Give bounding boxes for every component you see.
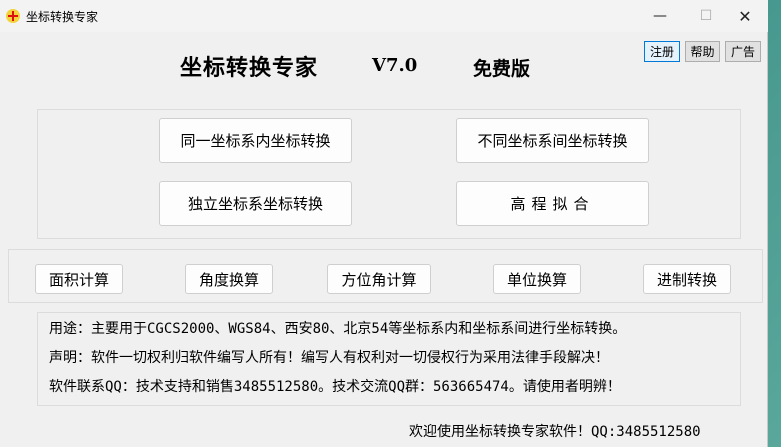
register-button[interactable]: 注册 [644,41,680,62]
statement-text: 声明：软件一切权利归软件编写人所有！编写人有权利对一切侵权行为采用法律手段解决！ [49,350,609,366]
app-icon [6,9,20,23]
elevation-fit-button[interactable]: 高程拟合 [456,181,649,226]
unit-conversion-button[interactable]: 单位换算 [493,264,581,294]
title-bar: 坐标转换专家 — ☐ ✕ [0,0,768,32]
contact-text: 软件联系QQ：技术支持和销售3485512580。技术交流QQ群：5636654… [49,379,621,395]
close-button[interactable]: ✕ [722,0,768,32]
version-label: V7.0 [372,55,418,76]
purpose-text: 用途：主要用于CGCS2000、WGS84、西安80、北京54等坐标系内和坐标系… [49,321,627,337]
base-conversion-button[interactable]: 进制转换 [643,264,731,294]
main-window: 坐标转换专家 — ☐ ✕ 注册 帮助 广告 坐标转换专家 V7.0 免费版 同一… [0,0,768,447]
minimize-button[interactable]: — [637,0,683,32]
angle-conversion-button[interactable]: 角度换算 [185,264,273,294]
app-heading: 坐标转换专家 [180,55,319,81]
azimuth-calc-button[interactable]: 方位角计算 [327,264,431,294]
same-system-conversion-button[interactable]: 同一坐标系内坐标转换 [159,118,352,163]
help-button[interactable]: 帮助 [685,41,720,62]
between-systems-conversion-button[interactable]: 不同坐标系间坐标转换 [456,118,649,163]
window-title: 坐标转换专家 [26,10,99,24]
footer-welcome: 欢迎使用坐标转换专家软件！QQ:3485512580 [409,424,701,440]
edition-label: 免费版 [473,58,531,80]
independent-system-conversion-button[interactable]: 独立坐标系坐标转换 [159,181,352,226]
ad-button[interactable]: 广告 [725,41,761,62]
area-calc-button[interactable]: 面积计算 [35,264,123,294]
